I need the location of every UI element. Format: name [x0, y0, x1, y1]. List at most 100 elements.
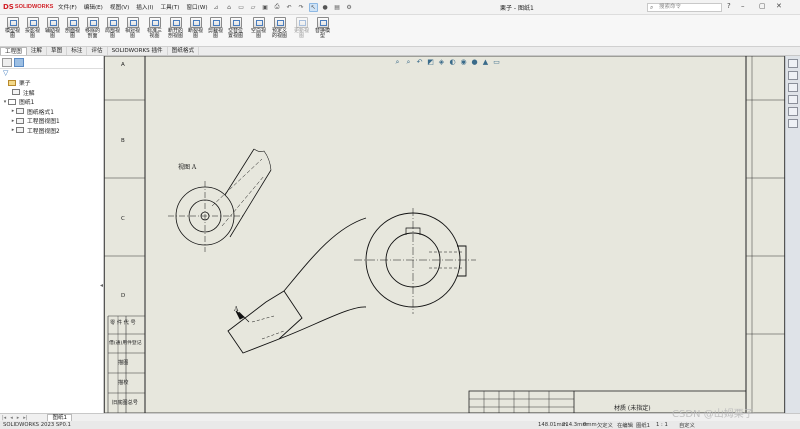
auxiliary-view-icon [46, 17, 59, 28]
update-views-label: 更新视图 [293, 28, 309, 40]
drawing-view-main [227, 208, 476, 354]
panel-tabs [0, 56, 103, 69]
menu-edit[interactable]: 编辑(E) [84, 3, 103, 11]
file-properties-icon[interactable]: ▤ [333, 3, 342, 12]
edit-appearance-icon[interactable]: ● [471, 58, 478, 67]
menu-file[interactable]: 文件(F) [58, 3, 77, 11]
zone-label-a: A [121, 62, 125, 68]
new-document-icon[interactable]: ▭ [237, 3, 246, 12]
drawing-view-icon [16, 127, 24, 134]
material-label[interactable]: 材质 (未指定) [614, 403, 651, 412]
open-folder-icon[interactable]: ▱ [249, 3, 258, 12]
coord-z: 0mm [583, 422, 597, 428]
first-sheet-icon[interactable]: |◂ [0, 415, 8, 421]
tab-drawing[interactable]: 工程图 [0, 47, 27, 55]
feature-tree: 栗子 注解 ▾ 图纸1 ▸ 图纸格式1 ▸ 工程图视图1 ▸ 工程图视图2 [0, 78, 103, 135]
tree-item-annotations[interactable]: 注解 [2, 88, 103, 98]
close-icon[interactable]: ✕ [776, 2, 782, 10]
feature-manager-tab-icon[interactable] [2, 57, 12, 67]
minimize-icon[interactable]: – [741, 2, 745, 10]
detail-view-button[interactable]: 局部视图 [103, 17, 122, 45]
tree-item-drawing-view2[interactable]: ▸ 工程图视图2 [2, 126, 103, 136]
zoom-to-area-icon[interactable]: ⌕ [405, 58, 412, 67]
update-views-button[interactable]: 更新视图 [292, 17, 311, 45]
tree-item-drawing-view1[interactable]: ▸ 工程图视图1 [2, 116, 103, 126]
menu-insert[interactable]: 插入(I) [136, 3, 153, 11]
collapse-panel-icon[interactable]: ◂ [100, 282, 103, 289]
menu-window[interactable]: 窗口(W) [186, 3, 207, 11]
tree-item-sheet1[interactable]: ▾ 图纸1 [2, 97, 103, 107]
search-placeholder: 搜索命令 [659, 4, 682, 10]
search-input[interactable]: ⌕ 搜索命令 [647, 3, 722, 12]
tab-sketch[interactable]: 草图 [47, 47, 68, 55]
table-label-borrowed: 借(通)用件登记 [109, 341, 142, 346]
custom-properties-icon[interactable] [788, 119, 798, 128]
zoom-to-fit-icon[interactable]: ⌕ [394, 58, 401, 67]
view-orientation-icon[interactable]: ◈ [438, 58, 445, 67]
home-icon[interactable]: ⌂ [225, 3, 234, 12]
section-view-icon[interactable]: ◩ [427, 58, 434, 67]
standard-3-view-button[interactable]: 标准三视图 [145, 17, 164, 45]
sheet-icon [8, 98, 16, 105]
last-sheet-icon[interactable]: ▸| [21, 415, 29, 421]
broken-out-section-button[interactable]: 断开的剖视图 [166, 17, 185, 45]
unit-system[interactable]: 自定义 [679, 421, 695, 429]
auxiliary-view-button[interactable]: 辅助视图 [43, 17, 62, 45]
tree-item-label: 图纸格式1 [27, 109, 54, 116]
tree-item-root[interactable]: 栗子 [2, 78, 103, 88]
predefined-view-button[interactable]: 预定义的视图 [270, 17, 289, 45]
crop-view-button[interactable]: 剪裁视图 [206, 17, 225, 45]
model-view-icon [6, 17, 19, 28]
menu-view[interactable]: 视图(V) [110, 3, 129, 11]
filter-icon[interactable]: ▽ [0, 69, 103, 78]
file-explorer-icon[interactable] [788, 83, 798, 92]
view-palette-icon[interactable] [788, 95, 798, 104]
projected-view-button[interactable]: 投影视图 [23, 17, 42, 45]
relative-view-button[interactable]: 相对视图 [123, 17, 142, 45]
status-bar: SOLIDWORKS 2023 SP0.1 148.01mm 214.3mm 0… [0, 421, 800, 429]
solidworks-resources-icon[interactable] [788, 59, 798, 68]
alternate-position-view-button[interactable]: 交替位置视图 [226, 17, 245, 45]
design-library-icon[interactable] [788, 71, 798, 80]
print-icon[interactable]: ⎙ [273, 3, 282, 12]
rebuild-icon[interactable]: ● [321, 3, 330, 12]
tab-annotation[interactable]: 注解 [27, 47, 47, 55]
model-view-button[interactable]: 模型视图 [3, 17, 22, 45]
section-marker[interactable]: A [234, 306, 238, 313]
help-icon[interactable]: ? [727, 2, 731, 10]
display-style-icon[interactable]: ◐ [449, 58, 456, 67]
select-icon[interactable]: ↖ [308, 2, 318, 12]
solidworks-logo[interactable]: DS SOLIDWORKS [0, 3, 54, 11]
view-settings-icon[interactable]: ▭ [493, 58, 500, 67]
menu-tools[interactable]: 工具(T) [160, 3, 179, 11]
tab-solidworks-addins[interactable]: SOLIDWORKS 插件 [108, 47, 168, 55]
save-icon[interactable]: ▣ [261, 3, 270, 12]
replace-model-button[interactable]: 替换模型 [313, 17, 332, 45]
tab-evaluate[interactable]: 评估 [87, 47, 108, 55]
tab-sheet-format[interactable]: 图纸格式 [168, 47, 200, 55]
property-manager-tab-icon[interactable] [14, 57, 24, 67]
zone-label-c: C [121, 216, 125, 222]
undo-icon[interactable]: ↶ [285, 3, 294, 12]
previous-view-icon[interactable]: ↶ [416, 58, 423, 67]
drawing-canvas[interactable]: A B C D 视图 A A 零 件 代 号 借(通)用件登记 描图 描校 旧底… [104, 56, 785, 413]
restore-icon[interactable]: ▢ [759, 2, 766, 10]
empty-view-button[interactable]: 空白视图 [249, 17, 268, 45]
appearances-icon[interactable] [788, 107, 798, 116]
feature-manager-panel: ▽ 栗子 注解 ▾ 图纸1 ▸ 图纸格式1 ▸ 工程图视图1 ▸ 工程图视图2 … [0, 56, 104, 413]
tree-item-sheet-format1[interactable]: ▸ 图纸格式1 [2, 107, 103, 117]
redo-icon[interactable]: ↷ [297, 3, 306, 12]
tab-markup[interactable]: 标注 [67, 47, 88, 55]
removed-section-button[interactable]: 移除的剖面 [83, 17, 102, 45]
view-label[interactable]: 视图 A [178, 162, 196, 171]
heads-up-view-toolbar: ⌕ ⌕ ↶ ◩ ◈ ◐ ◉ ● ▲ ▭ [394, 58, 500, 67]
pin-icon[interactable]: ⊿ [214, 4, 219, 11]
logo-text: SOLIDWORKS [14, 4, 54, 10]
options-gear-icon[interactable]: ⚙ [345, 3, 354, 12]
break-view-button[interactable]: 断裂视图 [186, 17, 205, 45]
hide-show-icon[interactable]: ◉ [460, 58, 467, 67]
break-view-label: 断裂视图 [187, 28, 203, 40]
apply-scene-icon[interactable]: ▲ [482, 58, 489, 67]
section-view-button[interactable]: 剖面视图 [63, 17, 82, 45]
model-view-label: 模型视图 [4, 28, 20, 40]
